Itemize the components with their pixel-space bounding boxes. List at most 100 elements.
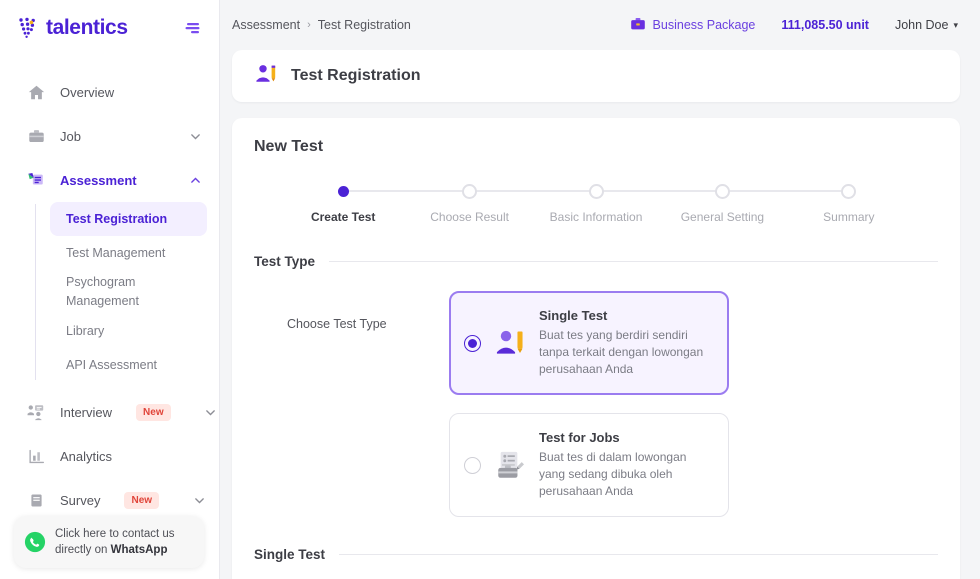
sidebar-item-label: Job — [60, 128, 81, 144]
step-connector-line — [785, 190, 849, 192]
unit-balance[interactable]: 111,085.50 unit — [781, 18, 869, 32]
assessment-icon — [26, 170, 46, 190]
option-single-test[interactable]: Single Test Buat tes yang berdiri sendir… — [449, 291, 729, 395]
progress-stepper: Create Test Choose Result Basic Informat… — [280, 182, 912, 224]
business-package-label: Business Package — [652, 18, 756, 32]
analytics-bars-icon — [26, 446, 46, 466]
step-label: Summary — [823, 210, 875, 224]
step-dot-wrap — [280, 182, 407, 200]
content-scroll: Test Registration New Test Create Test C… — [220, 50, 980, 579]
whatsapp-text-bold: WhatsApp — [110, 544, 168, 556]
survey-icon — [26, 490, 46, 510]
breadcrumb: Assessment › Test Registration — [232, 18, 411, 32]
chevron-down-icon[interactable] — [193, 494, 205, 506]
step-dot-wrap — [406, 182, 533, 200]
sidebar-subitem-psychogram-management[interactable]: Psychogram Management — [50, 270, 207, 314]
choose-test-type-row: Choose Test Type Single Test Buat tes ya… — [254, 291, 938, 517]
home-icon — [26, 82, 46, 102]
sidebar-subitem-library[interactable]: Library — [50, 314, 207, 348]
step-dot-wrap — [785, 182, 912, 200]
single-test-section-header: Single Test — [254, 547, 938, 562]
single-test-section-label: Single Test — [254, 547, 326, 562]
sidebar-item-analytics[interactable]: Analytics — [0, 434, 219, 478]
briefcase-icon — [26, 126, 46, 146]
subitem-label: API Assessment — [66, 358, 158, 372]
user-name: John Doe — [894, 18, 949, 32]
sidebar-nav: Overview Job Assessment Test Registratio… — [0, 56, 219, 566]
topbar-right: Business Package 111,085.50 unit John Do… — [630, 16, 958, 35]
step-dot-pending — [588, 183, 604, 199]
sidebar-item-assessment[interactable]: Assessment — [0, 158, 219, 202]
sidebar-subitem-test-registration[interactable]: Test Registration — [50, 202, 207, 236]
whatsapp-widget-text: Click here to contact us directly on Wha… — [55, 526, 192, 558]
status-badge-new: New — [136, 403, 171, 421]
new-test-heading: New Test — [254, 138, 324, 155]
option-title: Single Test — [539, 308, 608, 323]
test-type-options: Single Test Buat tes yang berdiri sendir… — [449, 291, 729, 517]
app-root: talentics Overview Job Assessment Test R… — [0, 0, 980, 579]
chevron-up-icon[interactable] — [189, 174, 201, 186]
business-package-button[interactable]: Business Package — [630, 16, 756, 35]
option-description: Buat tes di dalam lowongan yang sedang d… — [539, 450, 687, 498]
collapse-sidebar-icon[interactable] — [183, 18, 203, 38]
step-label: Create Test — [310, 210, 376, 224]
sidebar-item-job[interactable]: Job — [0, 114, 219, 158]
option-body: Test for Jobs Buat tes di dalam lowongan… — [539, 430, 712, 500]
divider-line — [339, 554, 938, 555]
sidebar-subitem-api-assessment[interactable]: API Assessment — [50, 348, 207, 382]
page-title-row: Test Registration — [232, 50, 960, 102]
step-label: General Setting — [680, 210, 765, 224]
subitem-label: Test Management — [66, 246, 166, 260]
user-menu[interactable]: John Doe ▾ — [895, 18, 958, 32]
main-area: Assessment › Test Registration Business … — [220, 0, 980, 579]
radio-single-test[interactable] — [464, 334, 481, 352]
document-briefcase-icon — [493, 448, 527, 482]
new-test-card: New Test Create Test Choose Result Basic… — [232, 118, 960, 579]
step-dot-pending — [462, 183, 478, 199]
brand-name: talentics — [46, 16, 128, 39]
radio-test-for-jobs[interactable] — [464, 456, 481, 474]
option-test-for-jobs[interactable]: Test for Jobs Buat tes di dalam lowongan… — [449, 413, 729, 517]
sidebar-subitem-test-management[interactable]: Test Management — [50, 236, 207, 270]
option-body: Single Test Buat tes yang berdiri sendir… — [539, 308, 712, 378]
whatsapp-contact-widget[interactable]: Click here to contact us directly on Wha… — [14, 516, 204, 568]
chevron-down-icon[interactable] — [205, 406, 217, 418]
step-summary[interactable]: Summary — [785, 182, 912, 224]
step-dot-pending — [714, 183, 730, 199]
page-title-card: Test Registration — [232, 50, 960, 102]
test-type-section-header: Test Type — [254, 254, 938, 269]
sidebar-item-interview[interactable]: Interview New — [0, 390, 219, 434]
person-pencil-icon — [493, 326, 527, 360]
sidebar: talentics Overview Job Assessment Test R… — [0, 0, 220, 579]
subitem-label: Library — [66, 324, 105, 338]
step-label: Choose Result — [430, 210, 509, 224]
subitem-label: Psychogram Management — [66, 275, 139, 308]
sidebar-item-overview[interactable]: Overview — [0, 70, 219, 114]
assessment-subnav: Test Registration Test Management Psycho… — [0, 202, 219, 382]
sidebar-item-label: Assessment — [60, 172, 137, 188]
breadcrumb-current: Test Registration — [317, 18, 411, 32]
divider-line — [329, 261, 938, 262]
step-dot-active — [337, 185, 349, 197]
interview-people-icon — [26, 402, 46, 422]
step-basic-information[interactable]: Basic Information — [532, 182, 660, 224]
status-badge-new: New — [124, 491, 160, 509]
subitem-label: Test Registration — [66, 212, 168, 226]
topbar: Assessment › Test Registration Business … — [220, 0, 980, 50]
sidebar-item-label: Overview — [60, 84, 115, 100]
test-type-section-label: Test Type — [254, 254, 316, 269]
sidebar-item-label: Survey — [60, 492, 101, 508]
chevron-down-icon: ▾ — [953, 19, 958, 30]
step-general-setting[interactable]: General Setting — [659, 182, 786, 224]
chevron-down-icon[interactable] — [189, 130, 201, 142]
step-choose-result[interactable]: Choose Result — [406, 182, 533, 224]
page-title: Test Registration — [291, 67, 421, 84]
step-create-test[interactable]: Create Test — [280, 182, 407, 224]
person-pencil-icon — [254, 62, 278, 91]
breadcrumb-parent[interactable]: Assessment — [232, 18, 300, 32]
choose-test-type-label: Choose Test Type — [287, 317, 387, 331]
briefcase-purple-icon — [630, 16, 646, 35]
whatsapp-icon — [24, 531, 46, 553]
breadcrumb-separator-icon: › — [307, 19, 311, 31]
option-description: Buat tes yang berdiri sendiri tanpa terk… — [539, 328, 704, 376]
